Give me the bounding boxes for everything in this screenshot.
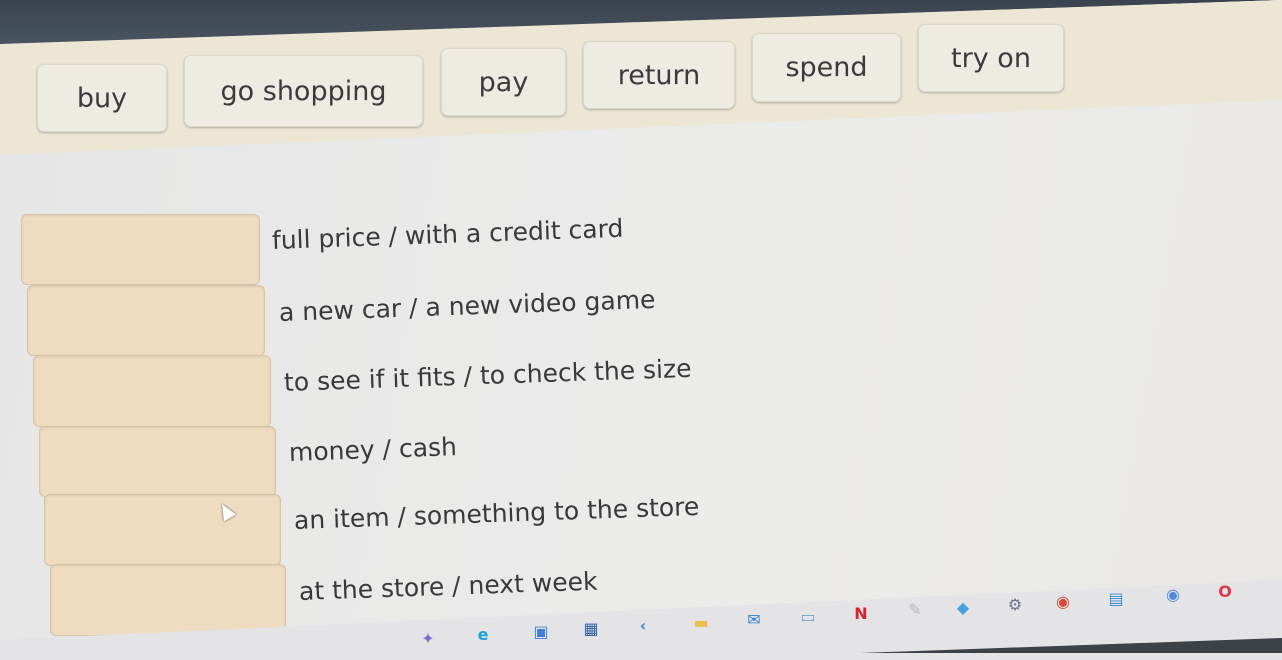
answer-drop-slot[interactable] bbox=[27, 285, 265, 356]
answer-drop-slot[interactable] bbox=[21, 214, 260, 285]
store-icon[interactable]: ▦ bbox=[578, 618, 604, 640]
file-explorer-icon[interactable]: ▬ bbox=[688, 611, 714, 633]
word-chip-try-on[interactable]: try on bbox=[918, 24, 1064, 92]
edge-icon[interactable]: e bbox=[470, 624, 496, 646]
word-chip-return[interactable]: return bbox=[583, 41, 735, 109]
design-app-icon[interactable]: ◆ bbox=[950, 596, 976, 618]
answer-drop-slot[interactable] bbox=[39, 426, 276, 497]
word-chip-go-shopping[interactable]: go shopping bbox=[184, 55, 423, 127]
photos-icon[interactable]: ▭ bbox=[795, 605, 821, 627]
chrome-profile-icon[interactable]: ◉ bbox=[1160, 584, 1186, 606]
word-chip-pay[interactable]: pay bbox=[441, 48, 566, 116]
phrase-text: money / cash bbox=[288, 432, 458, 467]
vscode-icon[interactable]: ‹ bbox=[630, 615, 656, 637]
opera-icon[interactable]: O bbox=[1212, 581, 1238, 603]
mail-icon[interactable]: ✉ bbox=[741, 608, 767, 630]
answer-drop-slot[interactable] bbox=[44, 494, 281, 566]
teams-icon[interactable]: ▣ bbox=[528, 621, 554, 643]
netflix-icon[interactable]: N bbox=[848, 602, 874, 624]
printer-app-icon[interactable]: ▤ bbox=[1103, 587, 1129, 609]
word-chip-buy[interactable]: buy bbox=[37, 64, 167, 132]
settings-icon[interactable]: ⚙ bbox=[1002, 593, 1028, 615]
pen-icon[interactable]: ✎ bbox=[902, 599, 928, 621]
answer-drop-slot[interactable] bbox=[50, 564, 286, 636]
chrome-icon[interactable]: ◉ bbox=[1050, 590, 1076, 612]
answer-drop-slot[interactable] bbox=[33, 355, 271, 427]
copilot-icon[interactable]: ✦ bbox=[415, 627, 441, 649]
word-chip-spend[interactable]: spend bbox=[752, 33, 901, 102]
